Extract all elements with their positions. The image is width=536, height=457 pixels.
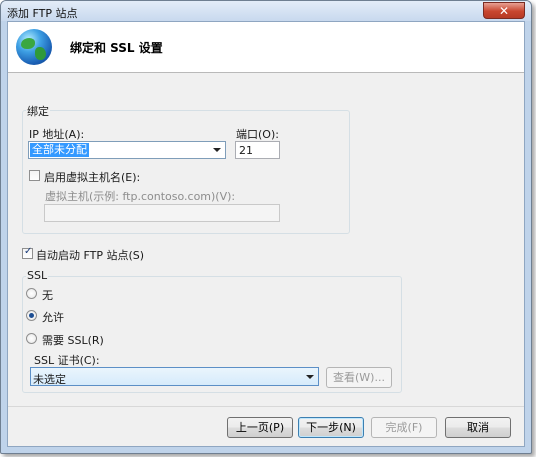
virtual-host-input[interactable]	[44, 204, 280, 222]
virtual-host-checkbox[interactable]	[29, 170, 40, 181]
virtual-host-checkbox-label: 启用虚拟主机名(E):	[44, 171, 141, 184]
cancel-button[interactable]: 取消	[445, 417, 511, 438]
binding-group-label: 绑定	[26, 103, 50, 119]
dialog-body: 绑定和 SSL 设置 绑定 IP 地址(A): 全部未分配 端口(O): 21 …	[7, 21, 525, 447]
close-button[interactable]: ✕	[483, 2, 525, 19]
ssl-cert-label: SSL 证书(C):	[34, 354, 100, 367]
chevron-down-icon	[213, 148, 221, 152]
ssl-cert-dropdown[interactable]: 未选定	[30, 367, 319, 386]
chevron-down-icon	[306, 375, 314, 379]
ssl-allow-label: 允许	[42, 311, 64, 324]
virtual-host-label: 虚拟主机(示例: ftp.contoso.com)(V):	[45, 190, 236, 203]
page-title: 绑定和 SSL 设置	[70, 41, 163, 55]
globe-icon	[16, 29, 52, 65]
close-icon: ✕	[498, 4, 510, 18]
title-bar[interactable]: 添加 FTP 站点 ✕	[1, 1, 531, 21]
view-cert-button[interactable]: 查看(W)...	[326, 367, 392, 388]
add-ftp-site-window: 添加 FTP 站点 ✕ 绑定和 SSL 设置 绑定 IP 地址(A): 全部未分…	[0, 0, 532, 454]
window-title: 添加 FTP 站点	[7, 7, 78, 20]
ssl-none-label: 无	[42, 289, 53, 302]
auto-start-checkbox[interactable]: ✓	[22, 246, 33, 259]
ip-address-label: IP 地址(A):	[29, 128, 85, 141]
wizard-header: 绑定和 SSL 设置	[8, 22, 524, 73]
ssl-cert-value: 未选定	[33, 373, 66, 386]
prev-button[interactable]: 上一页(P)	[227, 417, 293, 438]
ssl-require-radio[interactable]	[26, 333, 37, 344]
ssl-allow-radio[interactable]	[26, 310, 37, 321]
footer-divider	[8, 406, 524, 407]
checkmark-icon: ✓	[24, 246, 33, 257]
auto-start-label: 自动启动 FTP 站点(S)	[36, 249, 145, 262]
ip-address-dropdown[interactable]: 全部未分配	[28, 141, 226, 159]
ssl-group-label: SSL	[26, 269, 49, 282]
ip-address-value: 全部未分配	[30, 143, 89, 157]
ssl-require-label: 需要 SSL(R)	[42, 334, 104, 347]
finish-button[interactable]: 完成(F)	[371, 417, 437, 438]
port-label: 端口(O):	[236, 128, 279, 141]
port-input[interactable]: 21	[235, 141, 280, 159]
radio-selected-dot	[29, 313, 34, 318]
port-value: 21	[239, 144, 253, 157]
ssl-none-radio[interactable]	[26, 288, 37, 299]
next-button[interactable]: 下一步(N)	[298, 417, 364, 438]
